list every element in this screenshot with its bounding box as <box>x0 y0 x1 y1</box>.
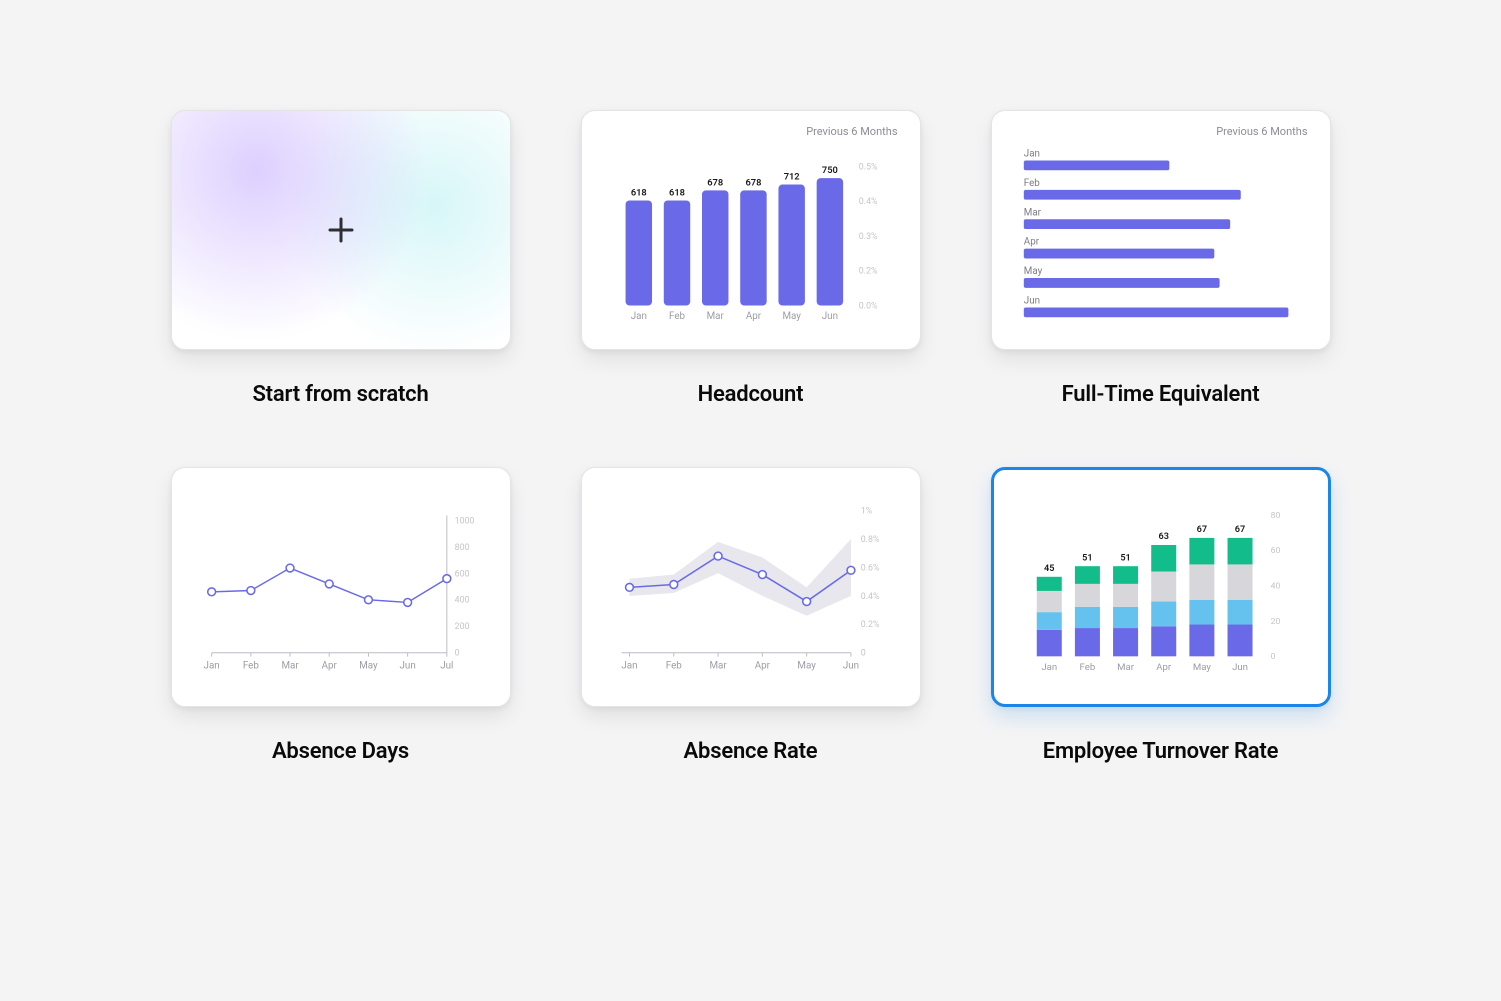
tile-title: Start from scratch <box>252 382 428 407</box>
svg-text:67: 67 <box>1196 525 1206 535</box>
headcount-chart: 618 Jan 618 Feb 678 Mar 678 Apr 712 May 750 Jun 0.0… <box>604 129 898 335</box>
svg-text:Jul: Jul <box>440 660 453 671</box>
svg-text:Apr: Apr <box>321 660 337 671</box>
svg-text:51: 51 <box>1120 553 1130 563</box>
svg-text:Jan: Jan <box>1041 662 1057 673</box>
card-headcount[interactable]: Previous 6 Months 618 Jan 618 Feb 678 Mar 678 A… <box>581 110 921 350</box>
svg-text:Apr: Apr <box>1156 662 1172 673</box>
svg-text:0.0%: 0.0% <box>858 301 877 311</box>
svg-text:20: 20 <box>1270 617 1280 627</box>
svg-text:0.2%: 0.2% <box>860 620 879 630</box>
svg-text:0: 0 <box>1270 652 1275 662</box>
svg-text:Apr: Apr <box>745 311 761 322</box>
svg-text:Jun: Jun <box>1023 296 1039 307</box>
svg-text:1%: 1% <box>860 507 872 517</box>
svg-text:Jan: Jan <box>630 311 646 322</box>
svg-text:0.3%: 0.3% <box>858 232 877 242</box>
svg-text:May: May <box>1192 662 1211 673</box>
svg-text:0.8%: 0.8% <box>860 535 879 545</box>
svg-text:51: 51 <box>1082 553 1092 563</box>
tile-title: Absence Days <box>272 739 409 764</box>
svg-text:May: May <box>359 660 378 671</box>
tile-scratch: Start from scratch <box>171 110 511 407</box>
svg-text:0: 0 <box>860 649 865 659</box>
tile-title: Employee Turnover Rate <box>1043 739 1278 764</box>
svg-text:Feb: Feb <box>665 660 682 671</box>
svg-text:618: 618 <box>669 188 685 199</box>
svg-text:Jan: Jan <box>621 660 637 671</box>
svg-text:45: 45 <box>1044 564 1054 574</box>
svg-text:May: May <box>1023 266 1042 277</box>
absence-days-chart: 0 200 400 600 800 1000 Jan Feb Mar Apr May Jun Jul <box>194 486 488 692</box>
svg-text:Apr: Apr <box>754 660 770 671</box>
svg-text:0.2%: 0.2% <box>858 267 877 277</box>
svg-text:800: 800 <box>454 543 469 553</box>
svg-text:618: 618 <box>630 188 646 199</box>
tile-absence-rate: 0 0.2% 0.4% 0.6% 0.8% 1% Jan Feb Mar Apr May Jun A… <box>581 467 921 764</box>
svg-text:Jan: Jan <box>1023 149 1039 160</box>
svg-text:Mar: Mar <box>709 660 727 671</box>
svg-text:Mar: Mar <box>1117 662 1135 673</box>
svg-text:60: 60 <box>1270 546 1280 556</box>
svg-text:63: 63 <box>1158 532 1168 542</box>
card-employee-turnover[interactable]: 0 20 40 60 80 45 Jan 51 Feb 51 Mar 63 Apr 67 May 67 Jun <box>991 467 1331 707</box>
svg-text:Feb: Feb <box>1023 178 1040 189</box>
svg-text:67: 67 <box>1234 525 1244 535</box>
svg-text:200: 200 <box>454 622 469 632</box>
tile-title: Full-Time Equivalent <box>1062 382 1260 407</box>
svg-text:0: 0 <box>454 649 459 659</box>
svg-text:400: 400 <box>454 596 469 606</box>
card-absence-rate[interactable]: 0 0.2% 0.4% 0.6% 0.8% 1% Jan Feb Mar Apr May Jun <box>581 467 921 707</box>
svg-text:Feb: Feb <box>1079 662 1095 673</box>
card-fte[interactable]: Previous 6 Months Jan Feb Mar Apr May Jun <box>991 110 1331 350</box>
svg-text:712: 712 <box>783 172 799 183</box>
svg-text:Mar: Mar <box>706 311 724 322</box>
svg-text:750: 750 <box>821 165 837 176</box>
card-subtitle: Previous 6 Months <box>1216 125 1307 138</box>
tile-absence-days: 02004006008001000 JanFebMarAprMayJunJul … <box>171 467 511 764</box>
svg-text:678: 678 <box>707 177 723 188</box>
svg-text:40: 40 <box>1270 582 1280 592</box>
fte-chart: Jan Feb Mar Apr May Jun <box>1014 129 1308 335</box>
turnover-chart: 0 20 40 60 80 45 Jan 51 Feb 51 Mar 63 Apr 67 May 67 Jun <box>1016 488 1306 690</box>
svg-text:Jan: Jan <box>203 660 219 671</box>
card-subtitle: Previous 6 Months <box>806 125 897 138</box>
svg-text:Mar: Mar <box>281 660 299 671</box>
plus-icon <box>326 215 356 245</box>
card-start-from-scratch[interactable] <box>171 110 511 350</box>
absence-rate-chart: 0 0.2% 0.4% 0.6% 0.8% 1% Jan Feb Mar Apr May Jun <box>604 486 898 692</box>
svg-text:Apr: Apr <box>1023 237 1039 248</box>
svg-text:Feb: Feb <box>242 660 259 671</box>
svg-text:1000: 1000 <box>454 516 474 526</box>
svg-text:Jun: Jun <box>1232 662 1248 673</box>
svg-text:0.4%: 0.4% <box>858 197 877 207</box>
card-absence-days[interactable]: 0 200 400 600 800 1000 Jan Feb Mar Apr May Jun Jul <box>171 467 511 707</box>
svg-text:0.4%: 0.4% <box>860 592 879 602</box>
tile-headcount: Previous 6 Months 618 Jan 618 Feb 678 Mar 678 A… <box>581 110 921 407</box>
svg-text:600: 600 <box>454 569 469 579</box>
svg-text:Jun: Jun <box>842 660 858 671</box>
svg-text:May: May <box>797 660 816 671</box>
tile-fte: Previous 6 Months Jan Feb Mar Apr May Jun Ful… <box>991 110 1331 407</box>
svg-text:Mar: Mar <box>1023 207 1041 218</box>
svg-text:0.6%: 0.6% <box>860 563 879 573</box>
svg-text:678: 678 <box>745 177 761 188</box>
svg-text:Jun: Jun <box>821 311 837 322</box>
svg-text:Feb: Feb <box>669 311 686 322</box>
template-gallery: Start from scratch Previous 6 Months 618… <box>0 0 1501 1001</box>
template-grid: Start from scratch Previous 6 Months 618… <box>140 110 1361 764</box>
svg-text:Jun: Jun <box>399 660 415 671</box>
svg-text:0.5%: 0.5% <box>858 162 877 172</box>
svg-text:80: 80 <box>1270 511 1280 521</box>
tile-title: Absence Rate <box>684 739 818 764</box>
svg-text:May: May <box>782 311 801 322</box>
tile-title: Headcount <box>698 382 804 407</box>
tile-turnover: 0 20 40 60 80 45 Jan 51 Feb 51 Mar 63 Apr 67 May 67 Jun… <box>991 467 1331 764</box>
